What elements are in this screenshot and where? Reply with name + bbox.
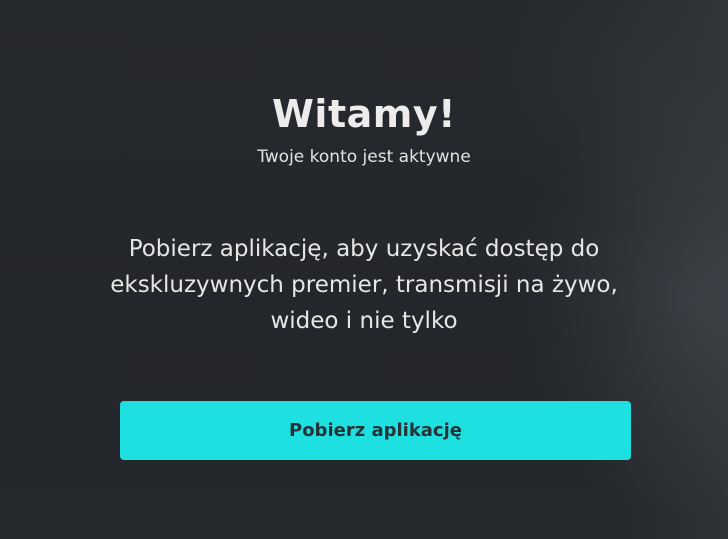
welcome-panel: Witamy! Twoje konto jest aktywne Pobierz… xyxy=(0,0,728,539)
welcome-title: Witamy! xyxy=(272,92,456,136)
description-line-2: ekskluzywnych premier, transmisji na żyw… xyxy=(110,272,618,298)
description-line-1: Pobierz aplikację, aby uzyskać dostęp do xyxy=(128,236,600,262)
account-status-subtitle: Twoje konto jest aktywne xyxy=(257,147,471,167)
download-app-button-label: Pobierz aplikację xyxy=(289,420,462,441)
app-description: Pobierz aplikację, aby uzyskać dostęp do… xyxy=(100,231,628,339)
description-line-3: wideo i nie tylko xyxy=(270,308,458,334)
download-app-button[interactable]: Pobierz aplikację xyxy=(120,401,631,460)
